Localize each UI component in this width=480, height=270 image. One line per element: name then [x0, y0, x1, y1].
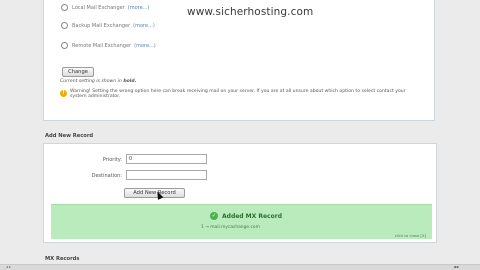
status-icon: ◂ ▸	[6, 265, 11, 269]
watermark-url: www.sicherhosting.com	[187, 6, 314, 18]
remote-radio-button[interactable]	[61, 42, 68, 49]
routing-option-local[interactable]: Local Mail Exchanger (more...)	[61, 4, 149, 11]
close-message-link[interactable]: click to close [X]	[395, 233, 426, 238]
success-title: ✓ Added MX Record	[210, 212, 282, 220]
remote-more-link[interactable]: (more...)	[134, 43, 156, 49]
remote-option-label: Remote Mail Exchanger	[72, 42, 132, 49]
warning-message: ! Warning! Setting the wrong option here…	[60, 89, 420, 100]
local-more-link[interactable]: (more...)	[128, 5, 150, 11]
current-setting-bold: bold.	[123, 79, 137, 84]
warning-icon: !	[60, 90, 67, 97]
backup-more-link[interactable]: (more...)	[133, 23, 155, 29]
routing-option-backup[interactable]: Backup Mail Exchanger (more...)	[61, 22, 155, 29]
success-detail: 1 → mail.mycashange.com	[201, 225, 260, 230]
priority-input[interactable]: 0	[126, 154, 207, 164]
success-message: ✓ Added MX Record 1 → mail.mycashange.co…	[51, 204, 432, 239]
email-routing-panel: Local Mail Exchanger (more...) Backup Ma…	[43, 0, 435, 121]
current-setting-note: Current setting is shown in bold.	[60, 79, 136, 84]
status-bar: ◂ ▸ ▪▪	[0, 264, 480, 270]
routing-option-remote[interactable]: Remote Mail Exchanger (more...)	[61, 42, 156, 49]
add-new-record-title: Add New Record	[45, 133, 94, 139]
destination-label: Destination:	[91, 173, 122, 179]
local-option-label: Local Mail Exchanger	[72, 4, 125, 11]
status-zoom-icon: ▪▪	[454, 265, 459, 269]
add-new-record-panel: Priority: 0 Destination: Add New Record …	[43, 143, 437, 243]
current-setting-text: Current setting is shown in	[60, 79, 122, 84]
local-radio-button[interactable]	[61, 4, 68, 11]
cpanel-mx-entry-page: Local Mail Exchanger (more...) Backup Ma…	[0, 0, 480, 270]
backup-option-label: Backup Mail Exchanger	[72, 22, 131, 29]
destination-input[interactable]	[126, 170, 207, 180]
warning-text: Warning! Setting the wrong option here c…	[70, 89, 406, 100]
check-circle-icon: ✓	[210, 212, 218, 220]
backup-radio-button[interactable]	[61, 22, 68, 29]
change-button[interactable]: Change	[62, 67, 94, 77]
mx-records-title: MX Records	[45, 256, 80, 262]
success-title-text: Added MX Record	[222, 212, 282, 220]
priority-label: Priority:	[102, 157, 122, 163]
